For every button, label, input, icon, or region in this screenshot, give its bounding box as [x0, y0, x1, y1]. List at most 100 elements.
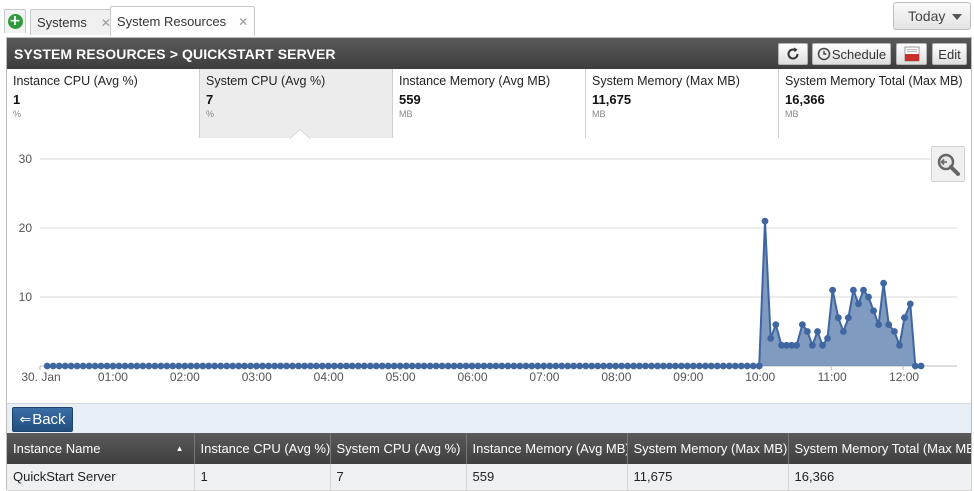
data-point [331, 362, 338, 370]
data-point [343, 362, 350, 370]
back-toolbar: ⇐ Back [7, 403, 971, 433]
data-point [528, 362, 536, 370]
chart-svg: 10 20 30 30. Jan 01:00 02:00 03:00 04:00 05:00 06… [19, 152, 957, 384]
data-point [462, 362, 470, 370]
refresh-button[interactable] [778, 43, 808, 65]
x-tick-label: 02:00 [170, 370, 200, 384]
data-point [480, 362, 488, 370]
data-point [396, 362, 404, 370]
tab-systems[interactable]: Systems ✕ [30, 9, 118, 35]
data-point [891, 328, 898, 335]
metric-value: 7 [206, 92, 214, 107]
data-point [492, 362, 500, 370]
data-point [552, 362, 560, 370]
data-point [372, 362, 380, 370]
metric-system-memory[interactable]: System Memory (Max MB) 11,675 MB [586, 69, 779, 138]
data-point [253, 362, 260, 370]
metric-label: System CPU (Avg %) [206, 74, 326, 88]
column-header-system-cpu[interactable]: System CPU (Avg %) [330, 433, 467, 464]
edit-button[interactable]: Edit [932, 43, 967, 65]
data-point [684, 362, 691, 370]
data-point [109, 362, 117, 370]
data-point [79, 362, 87, 370]
x-tick-label: 06:00 [458, 370, 488, 384]
data-point [157, 362, 165, 370]
data-point [834, 314, 842, 322]
data-point [43, 362, 51, 370]
chevron-down-icon [952, 14, 962, 20]
pdf-icon [904, 46, 919, 62]
data-point [127, 362, 135, 370]
metric-unit: % [13, 109, 22, 119]
data-point [241, 362, 249, 370]
back-button[interactable]: ⇐ Back [12, 407, 73, 432]
column-header-instance-cpu[interactable]: Instance CPU (Avg %) [194, 433, 331, 464]
metric-instance-memory[interactable]: Instance Memory (Avg MB) 559 MB [393, 69, 586, 138]
data-point [217, 362, 225, 370]
y-tick-label: 10 [19, 290, 33, 304]
data-point [145, 362, 153, 370]
data-point [235, 362, 243, 370]
data-point [438, 362, 446, 370]
data-point [749, 362, 757, 370]
tab-system-resources[interactable]: System Resources ✕ [110, 6, 256, 36]
data-point [115, 362, 123, 370]
table-row[interactable]: QuickStart Server 1 7 559 11,675 16,366 [7, 464, 972, 491]
metric-value: 11,675 [592, 92, 632, 107]
x-tick-label: 08:00 [601, 370, 631, 384]
data-point [755, 362, 763, 370]
data-point [277, 362, 284, 370]
data-point [337, 362, 344, 370]
data-point [767, 335, 775, 342]
data-point [163, 362, 171, 370]
data-point [840, 328, 847, 335]
data-point [319, 362, 326, 370]
schedule-button[interactable]: Schedule [812, 43, 891, 65]
pdf-export-button[interactable] [896, 43, 927, 65]
data-point [809, 341, 816, 349]
refresh-icon [787, 47, 799, 60]
data-point [793, 341, 800, 349]
data-point [582, 362, 590, 370]
data-point [199, 362, 207, 370]
data-point [247, 362, 255, 370]
x-tick-label: 05:00 [386, 370, 416, 384]
data-point [648, 362, 655, 370]
date-range-dropdown[interactable]: Today [893, 2, 971, 30]
metric-system-cpu[interactable]: System CPU (Avg %) 7 % [200, 69, 393, 138]
x-tick-label: 09:00 [673, 370, 703, 384]
column-header-instance-name[interactable]: Instance Name ▲ [7, 433, 195, 464]
data-point [325, 362, 332, 370]
metric-instance-cpu[interactable]: Instance CPU (Avg %) 1 % [7, 69, 200, 138]
column-header-instance-memory[interactable]: Instance Memory (Avg MB) [466, 433, 628, 464]
data-point [636, 362, 643, 370]
x-tick-label: 01:00 [98, 370, 128, 384]
close-icon[interactable]: ✕ [238, 15, 248, 29]
data-point [725, 362, 733, 370]
data-point [139, 362, 147, 370]
column-header-system-memory-total[interactable]: System Memory Total (Max MB [788, 433, 971, 464]
data-point [570, 362, 578, 370]
data-point [229, 362, 237, 370]
data-point [103, 362, 111, 370]
data-point [259, 362, 266, 370]
column-header-system-memory[interactable]: System Memory (Max MB) [627, 433, 789, 464]
edit-label: Edit [938, 46, 961, 62]
data-point [654, 362, 661, 370]
zoom-out-button[interactable] [931, 146, 965, 182]
add-tab-button[interactable]: + [4, 9, 26, 33]
data-point [588, 362, 596, 370]
data-point [408, 362, 416, 370]
data-point [486, 362, 494, 370]
data-point [540, 362, 548, 370]
data-point [880, 279, 887, 287]
x-tick-label: 12:00 [889, 370, 919, 384]
data-point [672, 362, 679, 370]
data-point [414, 362, 422, 370]
cell-system-memory-total: 16,366 [788, 464, 972, 491]
data-point [91, 362, 99, 370]
metric-unit: MB [592, 109, 606, 119]
metric-system-memory-total[interactable]: System Memory Total (Max MB) 16,366 MB [779, 69, 971, 138]
data-point [378, 362, 386, 370]
data-point [618, 362, 625, 370]
